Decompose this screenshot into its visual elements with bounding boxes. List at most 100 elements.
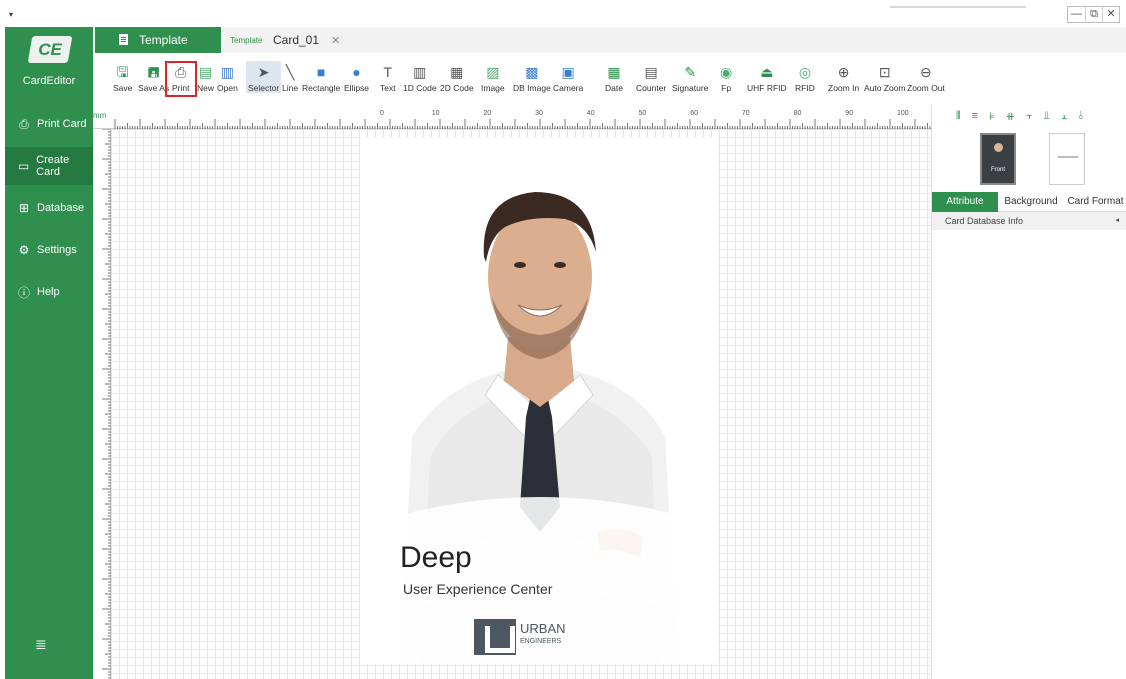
new-icon: ▤ <box>198 64 213 80</box>
fp-button[interactable]: ◉ Fp <box>720 61 732 93</box>
selector-button[interactable]: ➤ Selector <box>246 61 282 93</box>
uhf-rfid-button[interactable]: ⏏ UHF RFID <box>747 61 787 93</box>
save-button[interactable]: 🖫 Save <box>113 61 132 93</box>
zoom-in-button[interactable]: ⊕ Zoom In <box>828 61 859 93</box>
printer-icon: ⎙ <box>19 116 29 131</box>
sidebar-item-print-card[interactable]: ⎙ Print Card <box>5 105 93 143</box>
distribute-v-icon[interactable]: ⫰ <box>1079 110 1084 123</box>
sidebar-item-label: Create Card <box>36 154 70 178</box>
thumbnail-line <box>1058 156 1078 158</box>
menu-dropdown-icon[interactable]: ▾ <box>9 10 13 19</box>
tool-label: Signature <box>672 83 709 93</box>
fingerprint-icon: ◉ <box>720 64 733 80</box>
table-icon: ⊞ <box>18 201 30 215</box>
counter-button[interactable]: ▤ Counter <box>636 61 666 93</box>
camera-button[interactable]: ▣ Camera <box>553 61 583 93</box>
minimize-button[interactable]: — <box>1068 7 1085 22</box>
image-button[interactable]: ▨ Image <box>481 61 505 93</box>
tab-template[interactable]: Template <box>95 27 221 53</box>
align-right-icon[interactable]: ⊧ <box>989 110 995 123</box>
collapse-arrow-icon[interactable]: ◂ <box>1115 212 1119 230</box>
front-thumbnail[interactable]: Front <box>980 133 1016 185</box>
collapse-sidebar-icon[interactable]: ≣ <box>35 636 47 653</box>
align-top-icon[interactable]: ⫟ <box>1026 110 1033 123</box>
sidebar-item-database[interactable]: ⊞ Database <box>5 189 93 227</box>
line-button[interactable]: ╲ Line <box>282 61 298 93</box>
2d-code-button[interactable]: ▦ 2D Code <box>440 61 474 93</box>
camera-icon: ▣ <box>561 64 575 80</box>
text-button[interactable]: T Text <box>380 61 396 93</box>
sidebar-item-create-card[interactable]: ▭ Create Card <box>5 147 93 185</box>
tool-label: Open <box>217 83 238 93</box>
auto-zoom-button[interactable]: ⊡ Auto Zoom <box>864 61 906 93</box>
tool-label: 2D Code <box>440 83 474 93</box>
line-icon: ╲ <box>285 64 295 80</box>
ruler-label: 80 <box>794 110 802 117</box>
qrcode-icon: ▦ <box>450 64 464 80</box>
tool-label: Date <box>605 83 623 93</box>
text-icon: T <box>383 64 393 80</box>
ruler-label: 20 <box>483 110 491 117</box>
ellipse-button[interactable]: ● Ellipse <box>344 61 369 93</box>
ruler-label: 40 <box>587 110 595 117</box>
rectangle-icon: ■ <box>316 64 326 80</box>
vertical-ruler <box>93 129 111 679</box>
rectangle-button[interactable]: ■ Rectangle <box>302 61 340 93</box>
card-editor-app: ▾ — ⧉ ✕ CE CardEditor ⎙ Print Card ▭ Cre… <box>0 0 1126 679</box>
close-window-button[interactable]: ✕ <box>1102 7 1119 22</box>
image-icon: ▨ <box>486 64 500 80</box>
card-database-info-header[interactable]: Card Database Info ◂ <box>932 212 1126 230</box>
ruler-label: 30 <box>535 110 543 117</box>
tool-label: 1D Code <box>403 83 437 93</box>
ruler-label: 10 <box>432 110 440 117</box>
ruler-label: 100 <box>897 110 909 117</box>
restore-button[interactable]: ⧉ <box>1085 7 1102 22</box>
tab-card-format[interactable]: Card Format <box>1064 192 1126 212</box>
tool-label: Line <box>282 83 299 93</box>
card-subtitle-text[interactable]: User Experience Center <box>403 581 552 597</box>
align-middle-icon[interactable]: ⫫ <box>1044 110 1050 123</box>
ruler-label: 50 <box>639 110 647 117</box>
tab-attribute[interactable]: Attribute <box>932 192 998 212</box>
company-logo[interactable] <box>474 619 516 655</box>
card-name-text[interactable]: Deep <box>400 541 472 575</box>
zoom-in-icon: ⊕ <box>837 64 850 80</box>
card-icon: ▭ <box>17 159 30 173</box>
uhf-rfid-icon: ⏏ <box>760 64 774 80</box>
zoom-out-button[interactable]: ⊖ Zoom Out <box>907 61 945 93</box>
open-icon: ▥ <box>220 64 235 80</box>
print-highlight-box <box>165 61 197 97</box>
id-card-front[interactable]: Deep User Experience Center URBAN ENGINE… <box>360 137 718 664</box>
sidebar-item-settings[interactable]: ⚙ Settings <box>5 231 93 269</box>
properties-panel: ⫴ ≡ ⊧ ⧺ ⫟ ⫫ ⫠ ⫰ Front Attribute Backgrou… <box>931 105 1126 679</box>
db-image-button[interactable]: ▩ DB Image <box>513 61 551 93</box>
distribute-h-icon[interactable]: ⧺ <box>1006 110 1015 123</box>
tab-card-01[interactable]: Card_01 ✕ <box>273 27 340 53</box>
sidebar-item-help[interactable]: ⓘ Help <box>5 273 93 311</box>
sidebar-item-label: Help <box>37 286 60 298</box>
tab-background[interactable]: Background <box>998 192 1064 212</box>
1d-code-button[interactable]: ▥ 1D Code <box>403 61 437 93</box>
save-icon: 🖫 <box>116 64 129 80</box>
align-bottom-icon[interactable]: ⫠ <box>1061 110 1068 123</box>
close-icon[interactable]: ✕ <box>331 34 340 47</box>
align-center-icon[interactable]: ≡ <box>972 110 978 122</box>
help-icon: ⓘ <box>17 285 30 300</box>
back-thumbnail[interactable] <box>1049 133 1085 185</box>
align-left-icon[interactable]: ⫴ <box>956 110 961 123</box>
rfid-button[interactable]: ◎ RFID <box>795 61 815 93</box>
tool-label: New <box>197 83 215 93</box>
calendar-icon: ▦ <box>607 64 621 80</box>
sidebar: CE CardEditor ⎙ Print Card ▭ Create Card… <box>5 27 93 679</box>
tool-label: Ellipse <box>344 83 370 93</box>
auto-zoom-icon: ⊡ <box>878 64 891 80</box>
date-button[interactable]: ▦ Date <box>605 61 623 93</box>
ruler-label: 70 <box>742 110 750 117</box>
signature-button[interactable]: ✎ Signature <box>672 61 708 93</box>
new-button[interactable]: ▤ New <box>197 61 214 93</box>
open-button[interactable]: ▥ Open <box>217 61 238 93</box>
document-tabs: Template Template Card_01 ✕ <box>93 27 1126 53</box>
template-tag: Template <box>230 36 263 45</box>
design-canvas[interactable]: mm 0 10 20 30 40 50 60 70 80 90 100 Deep… <box>93 105 931 679</box>
tool-label: Save <box>113 83 133 93</box>
